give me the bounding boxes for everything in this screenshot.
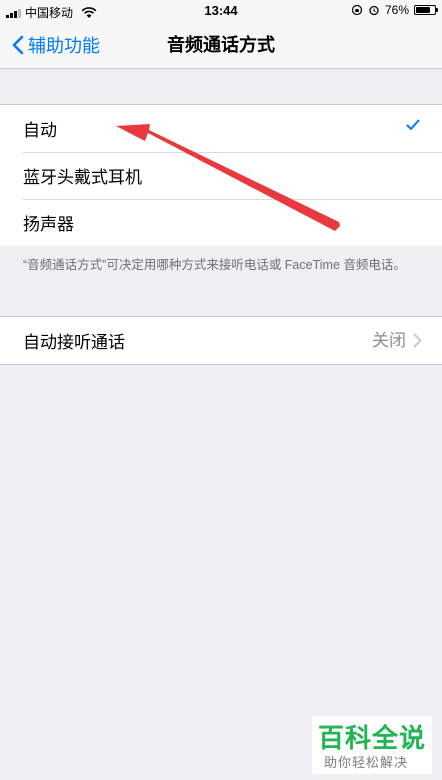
- status-bar: 中国移动 13:44 76%: [0, 0, 442, 22]
- back-label: 辅助功能: [28, 36, 100, 56]
- option-auto[interactable]: 自动: [0, 105, 442, 152]
- chevron-right-icon: [413, 333, 422, 348]
- watermark-subtitle: 助你轻松解决: [324, 755, 409, 770]
- status-right: 76%: [351, 3, 438, 17]
- option-label: 扬声器: [23, 215, 74, 234]
- chevron-left-icon: [12, 35, 24, 55]
- auto-answer-label: 自动接听通话: [23, 333, 125, 352]
- audio-route-options: 自动 蓝牙头戴式耳机 扬声器: [0, 104, 442, 246]
- option-label: 自动: [23, 121, 57, 140]
- navigation-bar: 辅助功能 音频通话方式: [0, 22, 442, 69]
- checkmark-icon: [406, 119, 420, 130]
- auto-answer-group: 自动接听通话 关闭: [0, 316, 442, 365]
- footnote-text: “音频通话方式”可决定用哪种方式来接听电话或 FaceTime 音频电话。: [23, 258, 406, 272]
- orientation-lock-icon: [351, 4, 363, 16]
- option-label: 蓝牙头戴式耳机: [23, 168, 142, 187]
- alarm-icon: [369, 5, 379, 16]
- auto-answer-value: 关闭: [372, 331, 406, 350]
- battery-percent: 76%: [384, 3, 409, 17]
- back-button[interactable]: 辅助功能: [12, 22, 100, 68]
- battery-icon: [414, 5, 438, 15]
- watermark-title: 百科全说: [318, 723, 427, 753]
- battery-fill: [416, 7, 430, 13]
- option-bluetooth-headset[interactable]: 蓝牙头戴式耳机: [0, 152, 442, 199]
- option-speaker[interactable]: 扬声器: [0, 199, 442, 246]
- auto-answer-row[interactable]: 自动接听通话 关闭: [0, 317, 442, 364]
- watermark-logo: 百科全说 助你轻松解决: [312, 716, 432, 774]
